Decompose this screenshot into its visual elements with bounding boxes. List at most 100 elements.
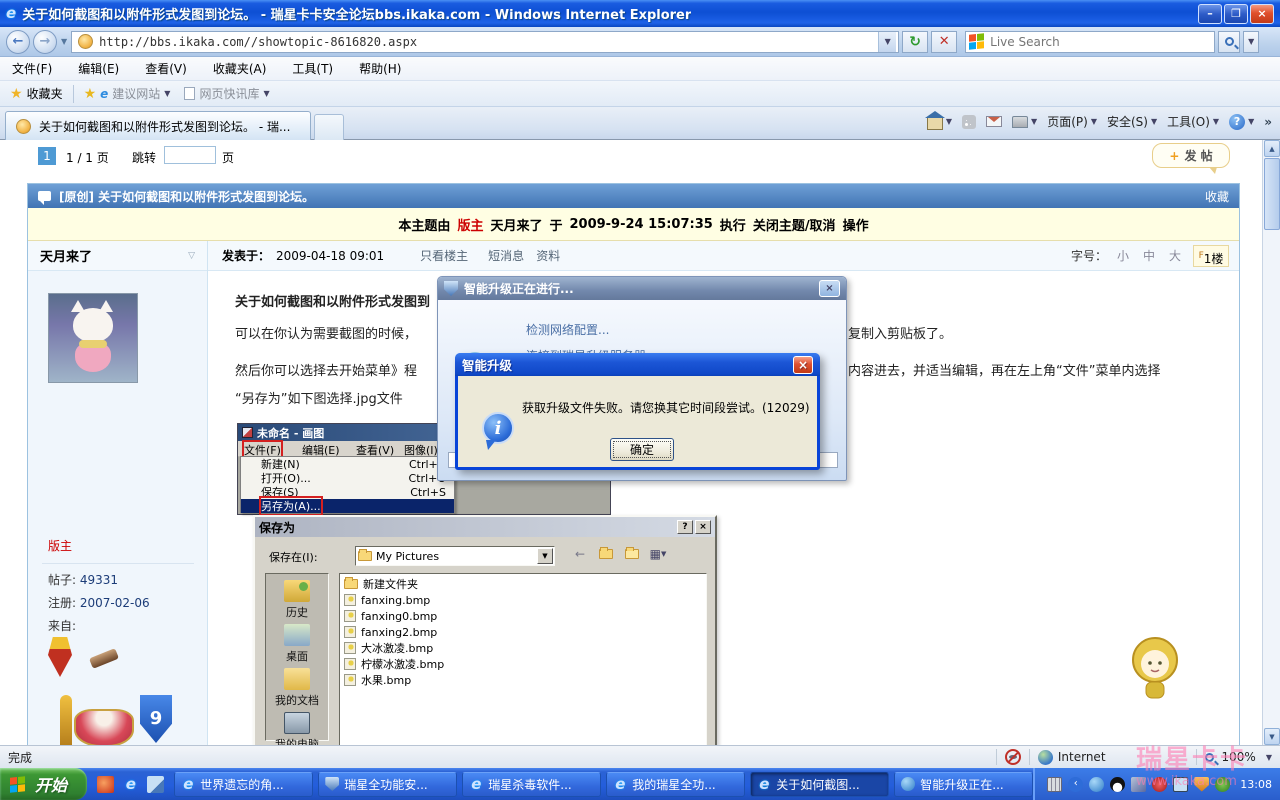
web-slices-button[interactable]: 网页快讯库 — [199, 85, 259, 102]
close-button[interactable]: × — [1250, 3, 1274, 24]
ok-button[interactable]: 确定 — [610, 438, 674, 461]
save-in-combo[interactable]: My Pictures ▼ — [355, 546, 555, 566]
monitor-icon[interactable] — [1173, 776, 1189, 792]
menu-item-save[interactable]: 保存(S) Ctrl+S — [241, 485, 454, 500]
forward-button[interactable]: → — [33, 29, 57, 54]
add-favorite-icon[interactable]: ★ — [84, 86, 97, 102]
place-documents[interactable]: 我的文档 — [275, 668, 319, 708]
tray-alert-icon[interactable] — [1152, 776, 1168, 792]
fontsize-large[interactable]: 大 — [1169, 247, 1181, 264]
qq-icon[interactable] — [1110, 776, 1126, 792]
search-button[interactable] — [1218, 30, 1241, 53]
menu-file[interactable]: 文件(F) — [12, 60, 52, 77]
address-dropdown-button[interactable]: ▼ — [878, 31, 897, 52]
page-number-current[interactable]: 1 — [38, 147, 56, 165]
tray-green-icon[interactable] — [1215, 776, 1231, 792]
scroll-down-button[interactable]: ▼ — [1264, 728, 1280, 745]
feeds-icon[interactable] — [962, 114, 977, 129]
zoom-level[interactable]: 100% — [1222, 750, 1256, 764]
hide-icons-chevron-icon[interactable]: ‹ — [1068, 776, 1084, 792]
zoom-dropdown-icon[interactable]: ▼ — [1266, 753, 1272, 762]
network-globe-icon[interactable] — [1089, 776, 1105, 792]
dialog-help-button[interactable]: ? — [677, 520, 693, 534]
menu-tools[interactable]: 工具(T) — [292, 60, 333, 77]
close-icon[interactable]: × — [819, 280, 840, 297]
menu-help[interactable]: 帮助(H) — [359, 60, 401, 77]
recent-pages-chevron-icon[interactable]: ▼ — [61, 37, 67, 46]
help-button[interactable]: ? ▼ — [1229, 113, 1254, 130]
address-field[interactable]: ▼ — [71, 30, 900, 53]
show-desktop-icon[interactable] — [147, 775, 165, 793]
rising-quicklaunch-icon[interactable] — [97, 775, 115, 793]
scroll-thumb[interactable] — [1264, 158, 1280, 230]
address-input[interactable] — [97, 33, 879, 50]
file-row[interactable]: fanxing0.bmp — [344, 608, 702, 624]
menu-view[interactable]: 查看(V) — [145, 60, 187, 77]
back-button[interactable]: ← — [6, 29, 30, 54]
page-menu[interactable]: 页面(P) ▼ — [1047, 113, 1097, 130]
tab-active[interactable]: 关于如何截图和以附件形式发图到论坛。 - 瑞... — [5, 111, 311, 140]
author-dropdown-icon[interactable]: ▽ — [188, 251, 195, 261]
tray-clock[interactable]: 13:08 — [1240, 778, 1272, 791]
profile-link[interactable]: 资料 — [536, 247, 560, 264]
page-scrollbar[interactable]: ▲ ▼ — [1262, 140, 1280, 745]
home-button[interactable]: ▼ — [924, 110, 952, 130]
collect-link[interactable]: 收藏 — [1205, 188, 1229, 205]
file-row[interactable]: 大冰激凌.bmp — [344, 640, 702, 656]
place-desktop[interactable]: 桌面 — [284, 624, 310, 664]
more-commands-chevron[interactable]: » — [1264, 115, 1272, 129]
scroll-up-button[interactable]: ▲ — [1264, 140, 1280, 157]
taskbar-item-2[interactable]: 瑞星全功能安... — [318, 771, 458, 797]
views-icon[interactable]: ▦ ▼ — [649, 546, 667, 562]
file-row[interactable]: 柠檬冰激凌.bmp — [344, 656, 702, 672]
mail-icon[interactable] — [986, 116, 1003, 127]
print-button[interactable]: ▼ — [1012, 115, 1037, 128]
taskbar-item-1[interactable]: e 世界遗忘的角... — [174, 771, 314, 797]
new-post-button[interactable]: + 发 帖 — [1152, 143, 1230, 174]
refresh-button[interactable]: ↻ — [902, 30, 929, 53]
stop-button[interactable]: ✕ — [931, 30, 958, 53]
taskbar-item-5-active[interactable]: e 关于如何截图... — [750, 771, 890, 797]
taskbar-item-4[interactable]: e 我的瑞星全功... — [606, 771, 746, 797]
suggested-sites-button[interactable]: 建议网站 — [112, 85, 160, 102]
taskbar-item-3[interactable]: e 瑞星杀毒软件... — [462, 771, 602, 797]
file-row[interactable]: 水果.bmp — [344, 672, 702, 688]
tray-app-icon[interactable] — [1131, 776, 1147, 792]
file-row[interactable]: 新建文件夹 — [344, 576, 702, 592]
dialog-close-button[interactable]: × — [695, 520, 711, 534]
up-folder-icon[interactable] — [597, 546, 615, 562]
minimize-button[interactable]: – — [1198, 3, 1222, 24]
menu-item-open[interactable]: 打开(O)... Ctrl+O — [241, 471, 454, 486]
combo-dropdown-button[interactable]: ▼ — [537, 548, 553, 564]
fontsize-small[interactable]: 小 — [1117, 247, 1129, 264]
search-options-button[interactable]: ▼ — [1243, 30, 1260, 53]
file-row[interactable]: fanxing2.bmp — [344, 624, 702, 640]
privacy-eye-icon[interactable] — [1004, 749, 1021, 765]
file-row[interactable]: fanxing.bmp — [344, 592, 702, 608]
menu-favorites[interactable]: 收藏夹(A) — [213, 60, 267, 77]
place-history[interactable]: 历史 — [284, 580, 310, 620]
safety-menu[interactable]: 安全(S) ▼ — [1107, 113, 1157, 130]
place-computer[interactable]: 我的电脑 — [275, 712, 319, 745]
menu-item-new[interactable]: 新建(N) Ctrl+N — [241, 457, 454, 472]
rising-tray-shield-icon[interactable] — [1194, 776, 1210, 792]
keyboard-layout-icon[interactable] — [1047, 776, 1063, 792]
ie-quicklaunch-icon[interactable]: e — [126, 776, 136, 792]
search-input[interactable] — [988, 33, 1212, 50]
jump-page-input[interactable] — [164, 146, 216, 164]
zoom-icon[interactable] — [1204, 752, 1214, 762]
close-icon[interactable]: × — [793, 355, 813, 374]
new-folder-icon[interactable] — [623, 546, 641, 562]
fontsize-medium[interactable]: 中 — [1143, 247, 1155, 264]
taskbar-item-6[interactable]: 智能升级正在... — [894, 771, 1034, 797]
restore-button[interactable]: ❐ — [1224, 3, 1248, 24]
search-box[interactable] — [965, 30, 1216, 53]
short-message-link[interactable]: 短消息 — [488, 247, 524, 264]
back-icon[interactable]: ← — [571, 546, 589, 562]
menu-edit[interactable]: 编辑(E) — [78, 60, 119, 77]
only-author-link[interactable]: 只看楼主 — [420, 247, 468, 264]
start-button[interactable]: 开始 — [0, 768, 88, 800]
new-tab-button[interactable] — [314, 114, 344, 140]
menu-item-save-as[interactable]: 另存为(A)... — [241, 496, 454, 516]
favorites-button[interactable]: 收藏夹 — [27, 85, 63, 102]
